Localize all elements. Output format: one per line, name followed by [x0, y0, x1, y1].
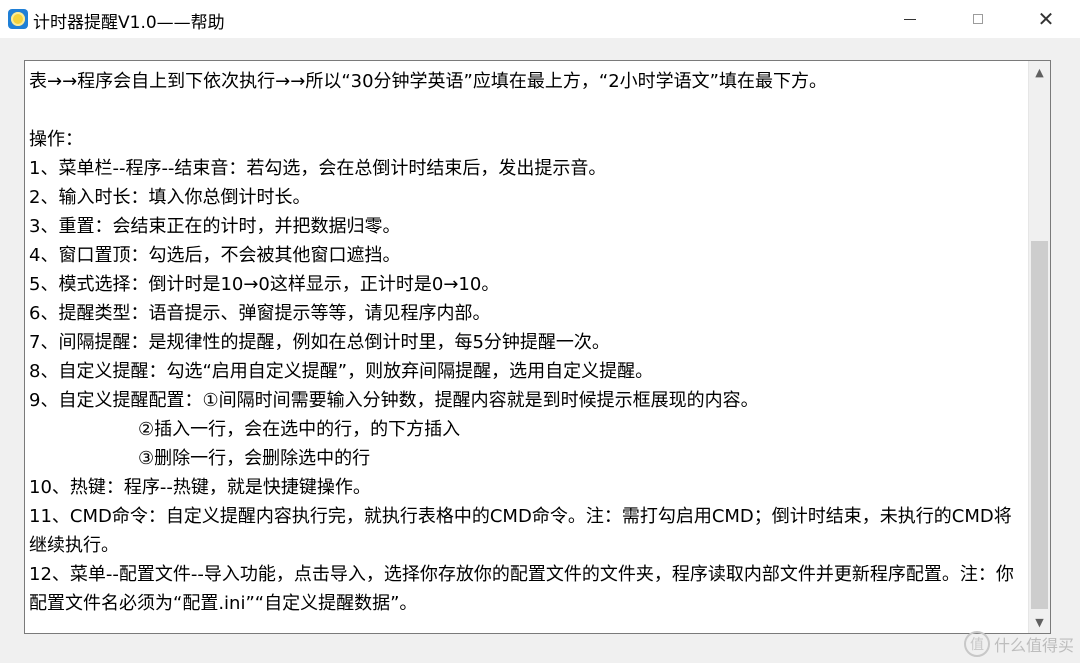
watermark: 值 什么值得买: [963, 631, 1074, 657]
help-line: 7、间隔提醒：是规律性的提醒，例如在总倒计时里，每5分钟提醒一次。: [29, 332, 610, 353]
window-title: 计时器提醒V1.0——帮助: [33, 13, 225, 33]
help-line: 10、热键：程序--热键，就是快捷键操作。: [29, 477, 371, 498]
scroll-up-arrow-icon[interactable]: ▲: [1029, 61, 1050, 83]
help-line: 8、自定义提醒：勾选“启用自定义提醒”，则放弃间隔提醒，选用自定义提醒。: [29, 361, 654, 382]
maximize-button[interactable]: [948, 0, 1008, 38]
help-line: 9、自定义提醒配置：①间隔时间需要输入分钟数，提醒内容就是到时候提示框展现的内容…: [29, 390, 759, 411]
help-line-indented: ③删除一行，会删除选中的行: [138, 448, 371, 469]
help-line: 5、模式选择：倒计时是10→0这样显示，正计时是0→10。: [29, 274, 500, 295]
close-icon: ✕: [1037, 7, 1055, 31]
help-line: 6、提醒类型：语音提示、弹窗提示等等，请见程序内部。: [29, 303, 491, 324]
help-line: 3、重置：会结束正在的计时，并把数据归零。: [29, 216, 401, 237]
help-line-indented: ②插入一行，会在选中的行，的下方插入: [138, 419, 461, 440]
help-line-blank: [29, 96, 1024, 125]
minimize-icon: [904, 18, 916, 20]
scroll-thumb[interactable]: [1031, 241, 1048, 609]
app-clock-icon: [8, 9, 28, 29]
help-text-area[interactable]: 表→→程序会自上到下依次执行→→所以“30分钟学英语”应填在最上方，“2小时学语…: [24, 60, 1051, 634]
help-line: 表→→程序会自上到下依次执行→→所以“30分钟学英语”应填在最上方，“2小时学语…: [29, 71, 827, 92]
help-line: 4、窗口置顶：勾选后，不会被其他窗口遮挡。: [29, 245, 401, 266]
help-line: 1、菜单栏--程序--结束音：若勾选，会在总倒计时结束后，发出提示音。: [29, 158, 607, 179]
title-bar[interactable]: 计时器提醒V1.0——帮助 ✕: [0, 0, 1080, 38]
watermark-text: 什么值得买: [993, 636, 1074, 655]
vertical-scrollbar[interactable]: ▲ ▼: [1028, 61, 1050, 633]
help-line: 操作：: [29, 129, 83, 150]
help-text-content: 表→→程序会自上到下依次执行→→所以“30分钟学英语”应填在最上方，“2小时学语…: [29, 67, 1024, 618]
help-line-wrapped: 12、菜单--配置文件--导入功能，点击导入，选择你存放你的配置文件的文件夹，程…: [29, 564, 1014, 614]
help-window: 计时器提醒V1.0——帮助 ✕ 表→→程序会自上到下依次执行→→所以“30分钟学…: [0, 0, 1080, 663]
watermark-logo-icon: 值: [963, 631, 990, 657]
help-line-wrapped: 11、CMD命令：自定义提醒内容执行完，就执行表格中的CMD命令。注：需打勾启用…: [29, 506, 1012, 556]
minimize-button[interactable]: [880, 0, 940, 38]
scroll-down-arrow-icon[interactable]: ▼: [1029, 611, 1050, 633]
maximize-icon: [973, 14, 983, 24]
close-button[interactable]: ✕: [1016, 0, 1076, 38]
help-line: 2、输入时长：填入你总倒计时长。: [29, 187, 311, 208]
